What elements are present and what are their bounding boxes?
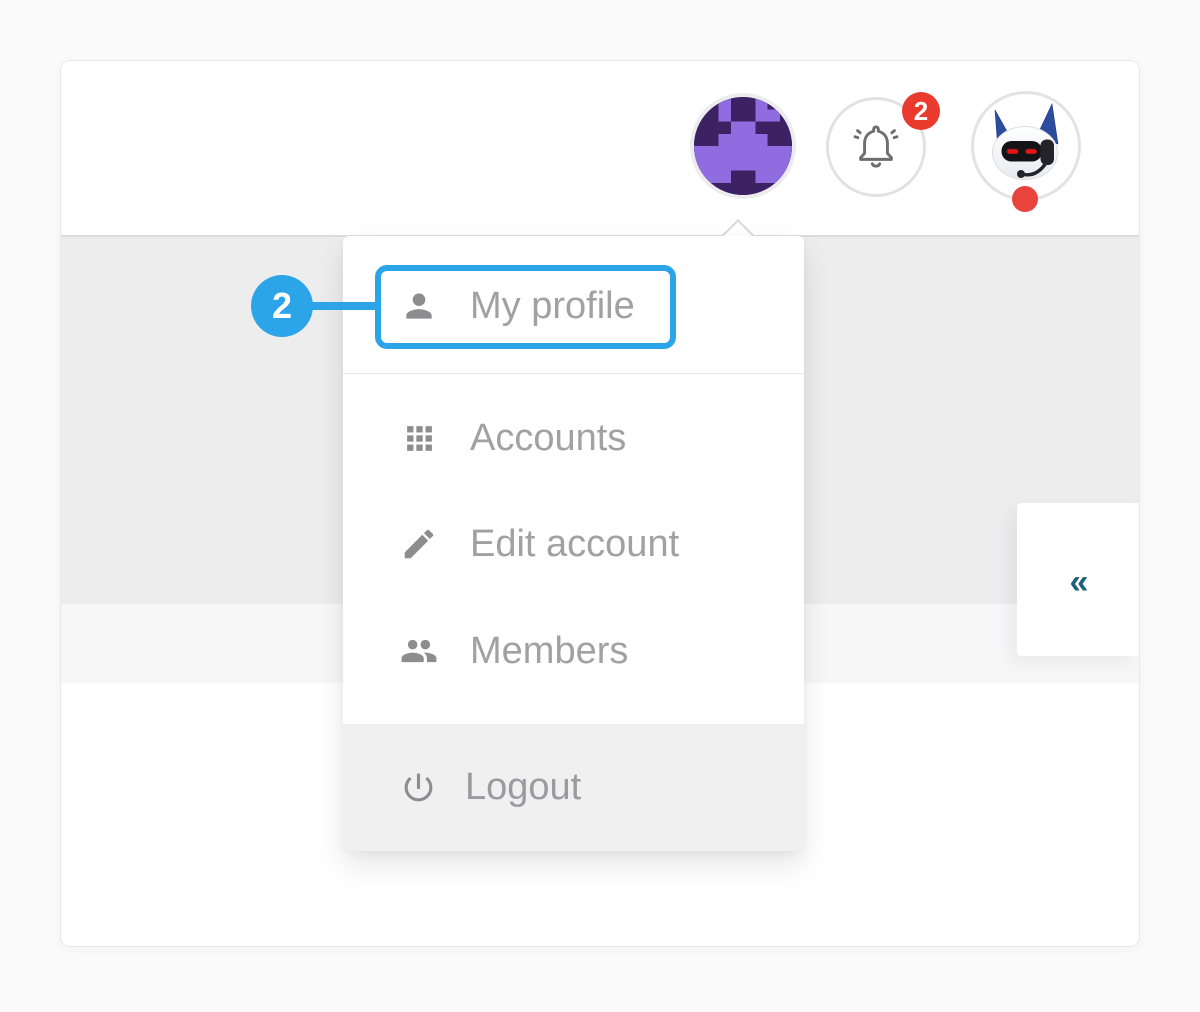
annotation-highlight-box (375, 265, 676, 349)
annotation-connector-line (309, 302, 381, 310)
page-background: GatewayAPI user (0, 0, 1200, 1012)
menu-item-edit-account[interactable]: Edit account (343, 504, 804, 584)
power-icon (399, 768, 437, 806)
menu-item-accounts[interactable]: Accounts (343, 398, 804, 478)
people-icon (400, 632, 438, 670)
menu-item-label: Edit account (470, 523, 679, 566)
user-avatar-button[interactable] (690, 93, 796, 199)
app-card: GatewayAPI user (60, 60, 1140, 947)
pencil-icon (400, 525, 438, 563)
chevron-double-left-icon[interactable]: « (1070, 557, 1089, 602)
menu-item-logout[interactable]: Logout (343, 747, 804, 827)
robot-icon (974, 94, 1078, 198)
bell-icon (848, 119, 904, 175)
menu-item-members[interactable]: Members (343, 611, 804, 691)
online-status-dot (1012, 186, 1038, 212)
menu-item-label: Members (470, 630, 628, 673)
collapse-panel: « (1017, 503, 1140, 656)
notification-badge: 2 (902, 92, 940, 130)
menu-footer: Logout (343, 724, 804, 851)
annotation-step-badge: 2 (251, 275, 313, 337)
menu-item-label: Accounts (470, 417, 626, 460)
menu-divider (343, 373, 804, 374)
grid-icon (400, 419, 438, 457)
support-chat-button[interactable] (971, 91, 1081, 201)
user-avatar-identicon (694, 97, 792, 195)
menu-item-label: Logout (465, 766, 581, 809)
